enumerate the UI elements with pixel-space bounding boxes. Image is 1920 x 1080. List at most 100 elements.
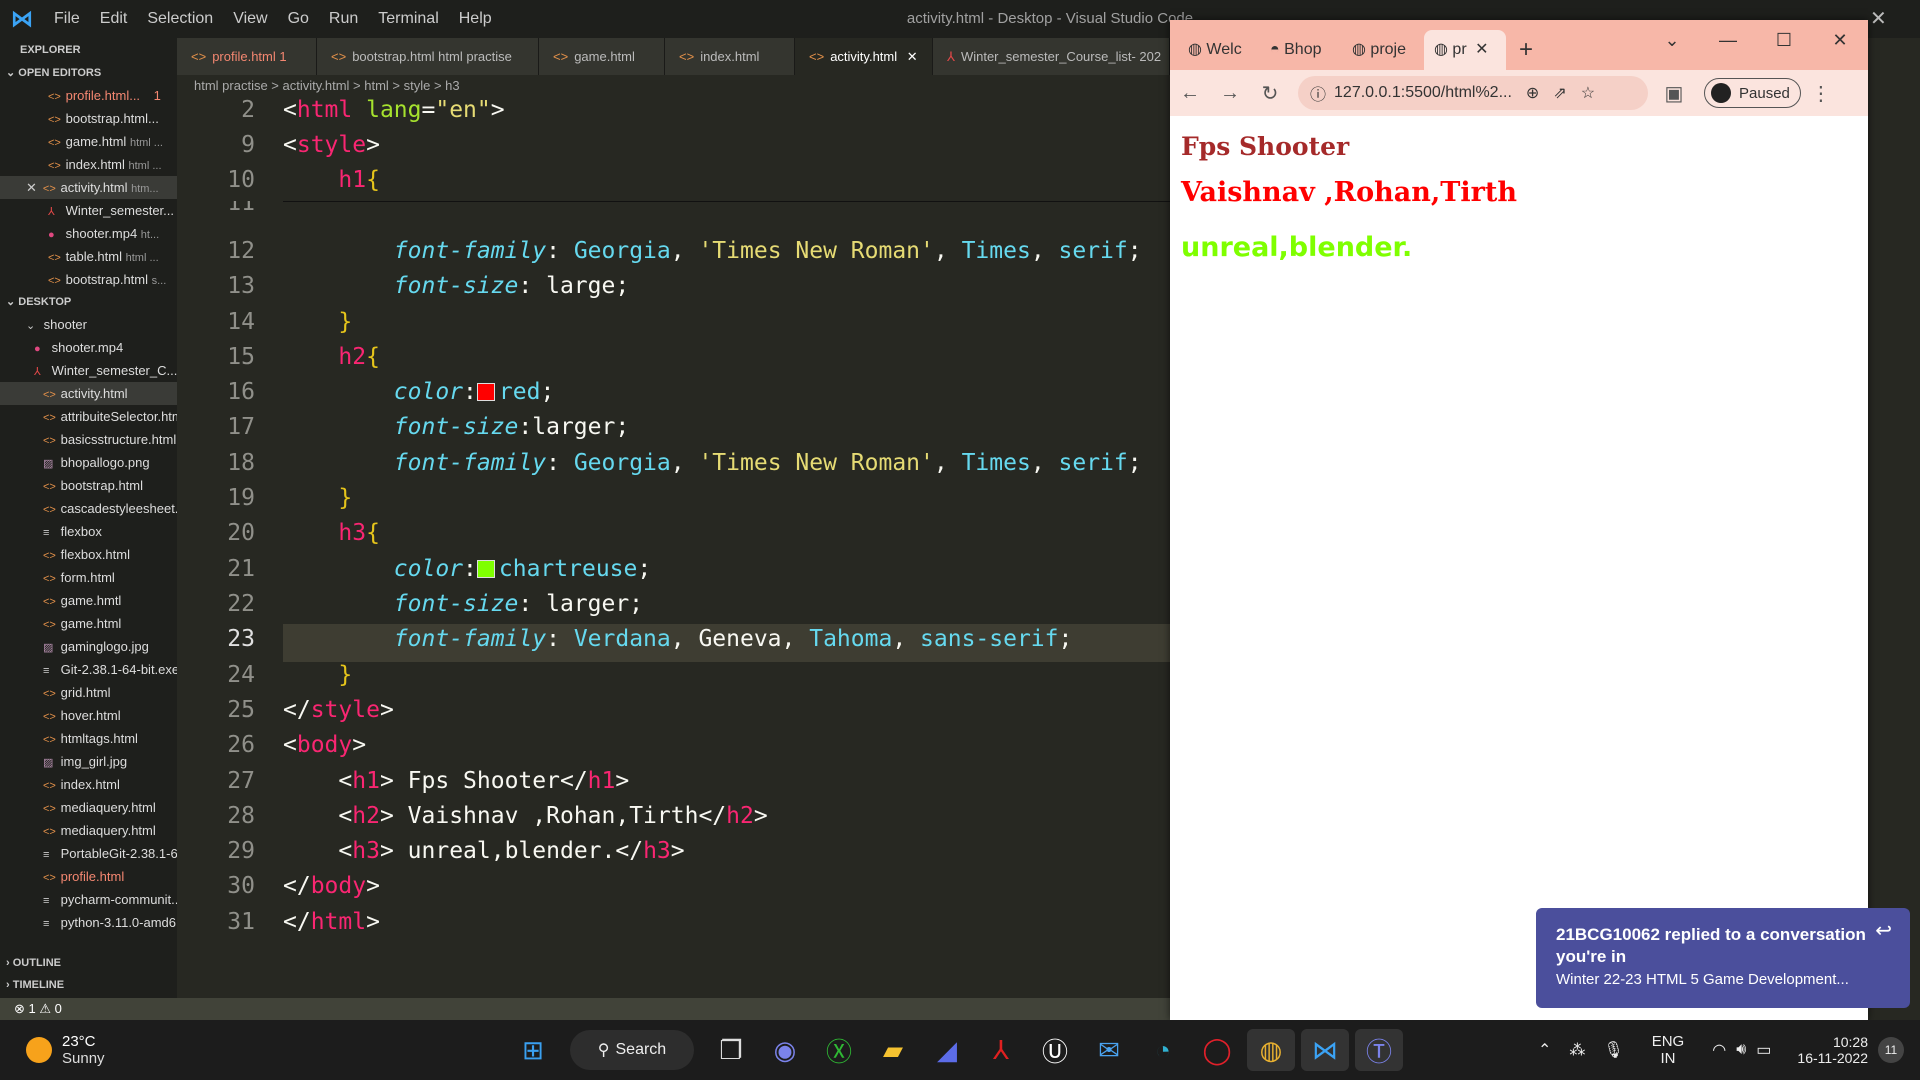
teams-chat-icon[interactable]: ◉ <box>761 1029 809 1071</box>
open-editor-item[interactable]: <> table.html html ... <box>0 245 177 268</box>
vs-app-icon[interactable]: ◢ <box>923 1029 971 1071</box>
status-bar[interactable]: ⊗ 1 ⚠ 0 <box>0 998 1170 1020</box>
zoom-icon[interactable]: ⊕ <box>1526 83 1539 103</box>
breadcrumb[interactable]: html practise > activity.html > html > s… <box>177 75 1170 97</box>
file-explorer-icon[interactable]: ▰ <box>869 1029 917 1071</box>
open-editor-item[interactable]: <> bootstrap.html s... <box>0 268 177 291</box>
file-tree-item[interactable]: ≡ pycharm-communit... <box>0 888 177 911</box>
edge-icon[interactable]: ◔ <box>1139 1029 1187 1071</box>
battery-icon[interactable]: ▭ <box>1756 1040 1771 1060</box>
file-tree-item[interactable]: ⌄ shooter <box>0 313 177 336</box>
menu-terminal[interactable]: Terminal <box>368 10 448 28</box>
open-editor-item[interactable]: <> bootstrap.html... <box>0 107 177 130</box>
teams-notification[interactable]: 21BCG10062 replied to a conversation you… <box>1536 908 1910 1008</box>
profile-paused-button[interactable]: Paused <box>1704 78 1801 108</box>
reply-icon[interactable]: ↩ <box>1875 918 1892 943</box>
volume-icon[interactable]: 🔊︎ <box>1736 1041 1746 1059</box>
open-editor-item[interactable]: <> index.html html ... <box>0 153 177 176</box>
tab-bootstrap[interactable]: <> bootstrap.html html practise <box>317 38 539 75</box>
forward-icon[interactable]: → <box>1210 82 1250 105</box>
open-editor-item-active[interactable]: ✕ <> activity.html htm... <box>0 176 177 199</box>
file-tree-item[interactable]: <> flexbox.html <box>0 543 177 566</box>
menu-go[interactable]: Go <box>278 10 319 28</box>
file-tree-item[interactable]: <> game.hmtl <box>0 589 177 612</box>
browser-tab[interactable]: ◓ Bhop <box>1260 30 1342 70</box>
file-tree-item[interactable]: <> index.html <box>0 773 177 796</box>
xbox-icon[interactable]: Ⓧ <box>815 1029 863 1071</box>
search-button[interactable]: ⚲ Search <box>570 1030 694 1070</box>
new-tab-button[interactable]: + <box>1506 30 1546 70</box>
open-editors-header[interactable]: ⌄ OPEN EDITORS <box>0 62 177 84</box>
reload-icon[interactable]: ↻ <box>1250 81 1290 106</box>
file-tree-item[interactable]: <> cascadestyleesheet..... <box>0 497 177 520</box>
file-tree-item[interactable]: ▨ bhopallogo.png <box>0 451 177 474</box>
close-icon[interactable]: ✕ <box>907 49 918 64</box>
close-icon[interactable]: ✕ <box>26 180 37 195</box>
chrome-icon[interactable]: ◍ <box>1247 1029 1295 1071</box>
file-tree-item[interactable]: ▨ gaminglogo.jpg <box>0 635 177 658</box>
vscode-app-icon[interactable]: ⋈ <box>1301 1029 1349 1071</box>
file-tree-item[interactable]: <> profile.html <box>0 865 177 888</box>
task-view-icon[interactable]: ❐ <box>707 1029 755 1071</box>
browser-tab-active[interactable]: ◍ pr ✕ <box>1424 30 1506 70</box>
unreal-icon[interactable]: Ⓤ <box>1031 1029 1079 1071</box>
file-tree-item[interactable]: <> activity.html <box>0 382 177 405</box>
browser-tab[interactable]: ◍ proje <box>1342 30 1424 70</box>
file-tree-item[interactable]: <> attribuiteSelector.html <box>0 405 177 428</box>
color-swatch-icon[interactable] <box>476 383 495 401</box>
file-tree-item[interactable]: <> hover.html <box>0 704 177 727</box>
chevron-up-icon[interactable]: ⌃ <box>1538 1040 1551 1060</box>
clock[interactable]: 10:28 16-11-2022 <box>1797 1034 1868 1066</box>
close-icon[interactable]: ✕ <box>1475 41 1488 58</box>
file-tree-item[interactable]: <> bootstrap.html <box>0 474 177 497</box>
close-icon[interactable]: ✕ <box>1812 20 1868 60</box>
open-editor-item[interactable]: ● shooter.mp4 ht... <box>0 222 177 245</box>
acrobat-icon[interactable]: ⅄ <box>977 1029 1025 1071</box>
mic-muted-icon[interactable]: 🎙 <box>1603 1040 1623 1060</box>
menu-view[interactable]: View <box>223 10 277 28</box>
notification-count-badge[interactable]: 11 <box>1878 1037 1904 1063</box>
open-editor-item[interactable]: <> profile.html... 1 <box>0 84 177 107</box>
file-tree-item[interactable]: ≡ PortableGit-2.38.1-6... <box>0 842 177 865</box>
address-bar[interactable]: ⓘ 127.0.0.1:5500/html%2... ⊕ ⇗ ☆ <box>1298 76 1648 110</box>
maximize-icon[interactable]: ☐ <box>1756 20 1812 60</box>
mail-icon[interactable]: ✉ <box>1085 1029 1133 1071</box>
file-tree-item[interactable]: ≡ Git-2.38.1-64-bit.exe <box>0 658 177 681</box>
menu-edit[interactable]: Edit <box>90 10 138 28</box>
open-editor-item[interactable]: ⅄ Winter_semester... <box>0 199 177 222</box>
menu-run[interactable]: Run <box>319 10 368 28</box>
menu-file[interactable]: File <box>44 10 90 28</box>
file-tree-item[interactable]: <> mediaquery.html <box>0 796 177 819</box>
menu-selection[interactable]: Selection <box>137 10 223 28</box>
file-tree-item[interactable]: <> form.html <box>0 566 177 589</box>
tab-index[interactable]: <> index.html <box>665 38 795 75</box>
open-editor-item[interactable]: <> game.html html ... <box>0 130 177 153</box>
file-tree-item[interactable]: ≡ python-3.11.0-amd6... <box>0 911 177 934</box>
tab-winter-semester[interactable]: ⅄ Winter_semester_Course_list- 202 <box>933 38 1170 75</box>
file-tree-item[interactable]: <> mediaquery.html <box>0 819 177 842</box>
file-tree-item[interactable]: <> basicsstructure.html <box>0 428 177 451</box>
file-tree-item[interactable]: ⅄ Winter_semester_C... <box>0 359 177 382</box>
chevron-down-icon[interactable]: ⌄ <box>1644 20 1700 60</box>
outline-header[interactable]: › OUTLINE <box>0 952 177 974</box>
file-tree-item[interactable]: <> htmltags.html <box>0 727 177 750</box>
tab-profile[interactable]: <> profile.html 1 <box>177 38 317 75</box>
file-tree-item[interactable]: <> game.html <box>0 612 177 635</box>
start-icon[interactable]: ⊞ <box>509 1029 557 1071</box>
browser-tab[interactable]: ◍ Welc <box>1178 30 1260 70</box>
code-editor[interactable]: 2 <html lang="en"> 9 <style> 10 h1{ 11 1… <box>177 97 1170 997</box>
tab-activity[interactable]: <> activity.html ✕ <box>795 38 933 75</box>
tab-game[interactable]: <> game.html <box>539 38 665 75</box>
file-tree-item[interactable]: <> grid.html <box>0 681 177 704</box>
network-status-icon[interactable]: ⁂ <box>1569 1040 1585 1060</box>
timeline-header[interactable]: › TIMELINE <box>0 974 177 996</box>
kebab-menu-icon[interactable]: ⋮ <box>1801 81 1841 106</box>
menu-help[interactable]: Help <box>449 10 502 28</box>
share-icon[interactable]: ⇗ <box>1553 83 1566 103</box>
minimize-icon[interactable]: — <box>1700 20 1756 60</box>
opera-icon[interactable]: ◯ <box>1193 1029 1241 1071</box>
weather-widget[interactable]: 23°C Sunny <box>26 1033 506 1067</box>
desktop-header[interactable]: ⌄ DESKTOP <box>0 291 177 313</box>
sidepanel-icon[interactable]: ▣ <box>1654 81 1694 106</box>
close-icon[interactable]: ✕ <box>1870 6 1887 31</box>
